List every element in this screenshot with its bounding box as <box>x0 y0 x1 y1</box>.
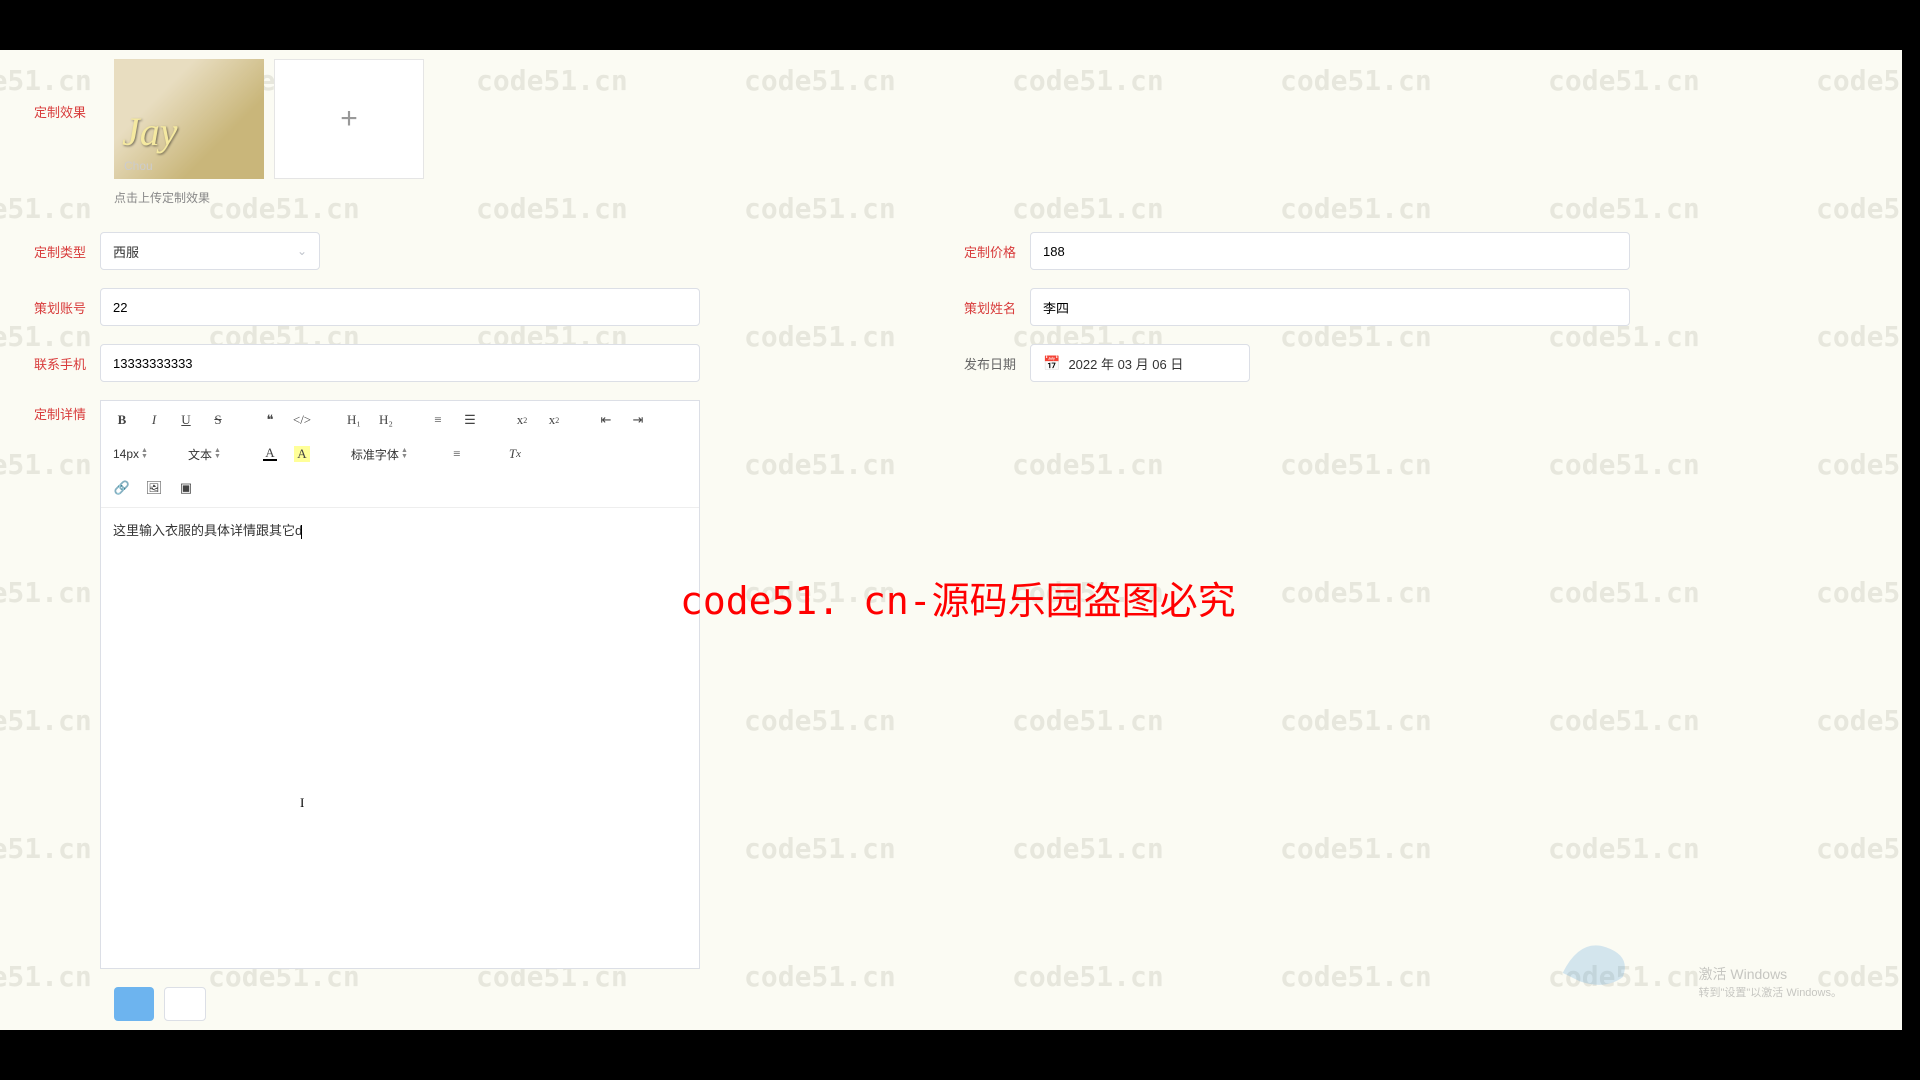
outdent-button[interactable]: ⇤ <box>595 409 617 431</box>
activate-line1: 激活 Windows <box>1699 964 1843 984</box>
upload-hint: 点击上传定制效果 <box>114 189 1902 206</box>
plan-name-input[interactable] <box>1030 288 1630 326</box>
activate-windows-overlay: 激活 Windows 转到"设置"以激活 Windows。 <box>1699 964 1843 1000</box>
text-caret <box>301 525 302 539</box>
align-button[interactable]: ≡ <box>446 443 468 465</box>
clear-format-button[interactable]: Tx <box>504 443 526 465</box>
editor-toolbar: B I U S ❝ </> H₁ H₂ ≡ ☰ x2 x2 <box>101 401 699 508</box>
plan-name-field[interactable] <box>1043 300 1617 315</box>
publish-date-value: 2022 年 03 月 06 日 <box>1068 354 1183 373</box>
submit-button[interactable] <box>114 987 154 1021</box>
underline-button[interactable]: U <box>175 409 197 431</box>
label-custom-price: 定制价格 <box>930 242 1030 261</box>
activate-line2: 转到"设置"以激活 Windows。 <box>1699 984 1843 1000</box>
thumb-text-chou: Chou <box>114 159 264 179</box>
custom-price-input[interactable] <box>1030 232 1630 270</box>
video-button[interactable]: ▣ <box>175 477 197 499</box>
form-panel: code51.cncode51.cncode51.cncode51.cncode… <box>0 50 1902 1030</box>
letterbox-right <box>1902 0 1920 1080</box>
editor-text: 这里输入衣服的具体详情跟其它d <box>113 523 302 538</box>
label-custom-type: 定制类型 <box>0 242 100 261</box>
h1-button[interactable]: H₁ <box>343 409 365 431</box>
plus-icon: + <box>340 102 358 136</box>
label-custom-effect: 定制效果 <box>0 102 100 121</box>
publish-date-input[interactable]: 📅 2022 年 03 月 06 日 <box>1030 344 1250 382</box>
h2-button[interactable]: H₂ <box>375 409 397 431</box>
editor-content[interactable]: 这里输入衣服的具体详情跟其它d <box>101 508 699 968</box>
plan-account-field[interactable] <box>113 300 687 315</box>
indent-button[interactable]: ⇥ <box>627 409 649 431</box>
upload-add-button[interactable]: + <box>274 59 424 179</box>
ordered-list-button[interactable]: ≡ <box>427 409 449 431</box>
font-family-select[interactable]: 标准字体 ▲▼ <box>349 446 410 463</box>
form-buttons <box>114 987 1902 1021</box>
custom-type-value: 西服 <box>113 242 139 261</box>
chevron-down-icon: ⌄ <box>297 244 307 258</box>
plan-account-input[interactable] <box>100 288 700 326</box>
code-button[interactable]: </> <box>291 409 313 431</box>
custom-type-select[interactable]: 西服 ⌄ <box>100 232 320 270</box>
uploaded-image-thumb[interactable]: Jay Chou <box>114 59 264 179</box>
cancel-button[interactable] <box>164 987 206 1021</box>
contact-phone-field[interactable] <box>113 356 687 371</box>
contact-phone-input[interactable] <box>100 344 700 382</box>
unordered-list-button[interactable]: ☰ <box>459 409 481 431</box>
background-color-button[interactable]: A <box>291 443 313 465</box>
i-beam-cursor-icon: I <box>300 795 304 811</box>
rich-text-editor: B I U S ❝ </> H₁ H₂ ≡ ☰ x2 x2 <box>100 400 700 969</box>
font-size-select[interactable]: 14px ▲▼ <box>111 447 150 461</box>
block-format-select[interactable]: 文本 ▲▼ <box>186 446 223 463</box>
italic-button[interactable]: I <box>143 409 165 431</box>
superscript-button[interactable]: x2 <box>543 409 565 431</box>
thumb-text-jay: Jay <box>114 104 264 159</box>
blockquote-button[interactable]: ❝ <box>259 409 281 431</box>
label-plan-name: 策划姓名 <box>930 298 1030 317</box>
letterbox-bottom <box>0 1030 1920 1080</box>
letterbox-top <box>0 0 1920 50</box>
custom-price-field[interactable] <box>1043 244 1617 259</box>
link-button[interactable]: 🔗 <box>111 477 133 499</box>
label-publish-date: 发布日期 <box>930 354 1030 373</box>
label-plan-account: 策划账号 <box>0 298 100 317</box>
label-custom-detail: 定制详情 <box>0 400 100 423</box>
image-button[interactable]: 🖼 <box>143 477 165 499</box>
bold-button[interactable]: B <box>111 409 133 431</box>
font-color-button[interactable]: A <box>259 443 281 465</box>
strike-button[interactable]: S <box>207 409 229 431</box>
label-contact-phone: 联系手机 <box>0 354 100 373</box>
subscript-button[interactable]: x2 <box>511 409 533 431</box>
calendar-icon: 📅 <box>1043 355 1060 372</box>
